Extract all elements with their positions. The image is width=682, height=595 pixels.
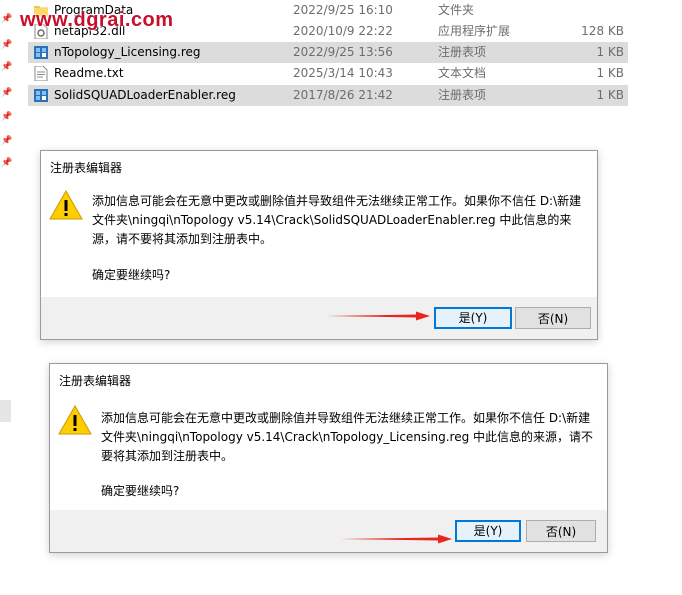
pin-icon[interactable]: 📌 xyxy=(1,62,12,72)
no-button[interactable]: 否(N) xyxy=(526,520,596,542)
text-file-icon xyxy=(34,66,48,81)
file-name: Readme.txt xyxy=(54,66,124,80)
message-line: 要将其添加到注册表中。 xyxy=(101,449,234,463)
message-line: 源，请不要将其添加到注册表中。 xyxy=(92,232,273,246)
message-line: 文件夹\ningqi\nTopology v5.14\Crack\SolidSQ… xyxy=(92,213,572,227)
file-type: 应用程序扩展 xyxy=(438,24,511,38)
red-arrow-annotation xyxy=(340,534,452,544)
dialog-footer: 是(Y) 否(N) xyxy=(50,510,607,552)
file-type: 文本文档 xyxy=(438,66,487,80)
warning-icon xyxy=(49,189,83,220)
navigation-pane: 📌 📌 📌 📌 📌 📌 📌 xyxy=(0,0,14,595)
confirm-question: 确定要继续吗? xyxy=(92,268,171,282)
dialog-title: 注册表编辑器 xyxy=(59,374,132,388)
file-type: 文件夹 xyxy=(438,3,475,17)
registry-editor-dialog: 注册表编辑器 添加信息可能会在无意中更改或删除值并导致组件无法继续正常工作。如果… xyxy=(40,150,598,340)
registry-file-icon xyxy=(34,89,48,102)
no-button[interactable]: 否(N) xyxy=(515,307,591,329)
message-line: 添加信息可能会在无意中更改或删除值并导致组件无法继续正常工作。如果你不信任 D:… xyxy=(92,194,582,208)
nav-selected-item[interactable] xyxy=(0,400,11,422)
pin-icon[interactable]: 📌 xyxy=(1,40,12,50)
file-size: 1 KB xyxy=(596,66,624,80)
message-line: 添加信息可能会在无意中更改或删除值并导致组件无法继续正常工作。如果你不信任 D:… xyxy=(101,411,591,425)
dialog-footer: 是(Y) 否(N) xyxy=(41,297,597,339)
yes-button[interactable]: 是(Y) xyxy=(434,307,512,329)
pin-icon[interactable]: 📌 xyxy=(1,112,12,122)
file-size: 1 KB xyxy=(596,45,624,59)
file-name: SolidSQUADLoaderEnabler.reg xyxy=(54,88,236,102)
file-row[interactable]: Readme.txt 2025/3/14 10:43 文本文档 1 KB xyxy=(28,63,628,84)
pin-icon[interactable]: 📌 xyxy=(1,14,12,24)
registry-file-icon xyxy=(34,46,48,59)
warning-icon xyxy=(58,404,92,435)
watermark: www.dgrai.com xyxy=(20,9,174,31)
file-row[interactable]: nTopology_Licensing.reg 2022/9/25 13:56 … xyxy=(28,42,628,63)
confirm-question: 确定要继续吗? xyxy=(101,484,180,498)
file-type: 注册表项 xyxy=(438,45,487,59)
yes-button[interactable]: 是(Y) xyxy=(455,520,521,542)
dialog-message: 添加信息可能会在无意中更改或删除值并导致组件无法继续正常工作。如果你不信任 D:… xyxy=(92,192,592,249)
pin-icon[interactable]: 📌 xyxy=(1,136,12,146)
file-type: 注册表项 xyxy=(438,88,487,102)
file-name: nTopology_Licensing.reg xyxy=(54,45,201,59)
file-date: 2017/8/26 21:42 xyxy=(293,88,393,102)
file-row[interactable]: SolidSQUADLoaderEnabler.reg 2017/8/26 21… xyxy=(28,85,628,106)
file-date: 2022/9/25 13:56 xyxy=(293,45,393,59)
file-date: 2022/9/25 16:10 xyxy=(293,3,393,17)
file-date: 2025/3/14 10:43 xyxy=(293,66,393,80)
message-line: 文件夹\ningqi\nTopology v5.14\Crack\nTopolo… xyxy=(101,430,594,444)
pin-icon[interactable]: 📌 xyxy=(1,88,12,98)
registry-editor-dialog: 注册表编辑器 添加信息可能会在无意中更改或删除值并导致组件无法继续正常工作。如果… xyxy=(49,363,608,553)
pin-icon[interactable]: 📌 xyxy=(1,158,12,168)
file-date: 2020/10/9 22:22 xyxy=(293,24,393,38)
dialog-title: 注册表编辑器 xyxy=(50,161,123,175)
dialog-message: 添加信息可能会在无意中更改或删除值并导致组件无法继续正常工作。如果你不信任 D:… xyxy=(101,409,601,466)
file-size: 128 KB xyxy=(581,24,624,38)
red-arrow-annotation xyxy=(326,311,430,321)
file-size: 1 KB xyxy=(596,88,624,102)
